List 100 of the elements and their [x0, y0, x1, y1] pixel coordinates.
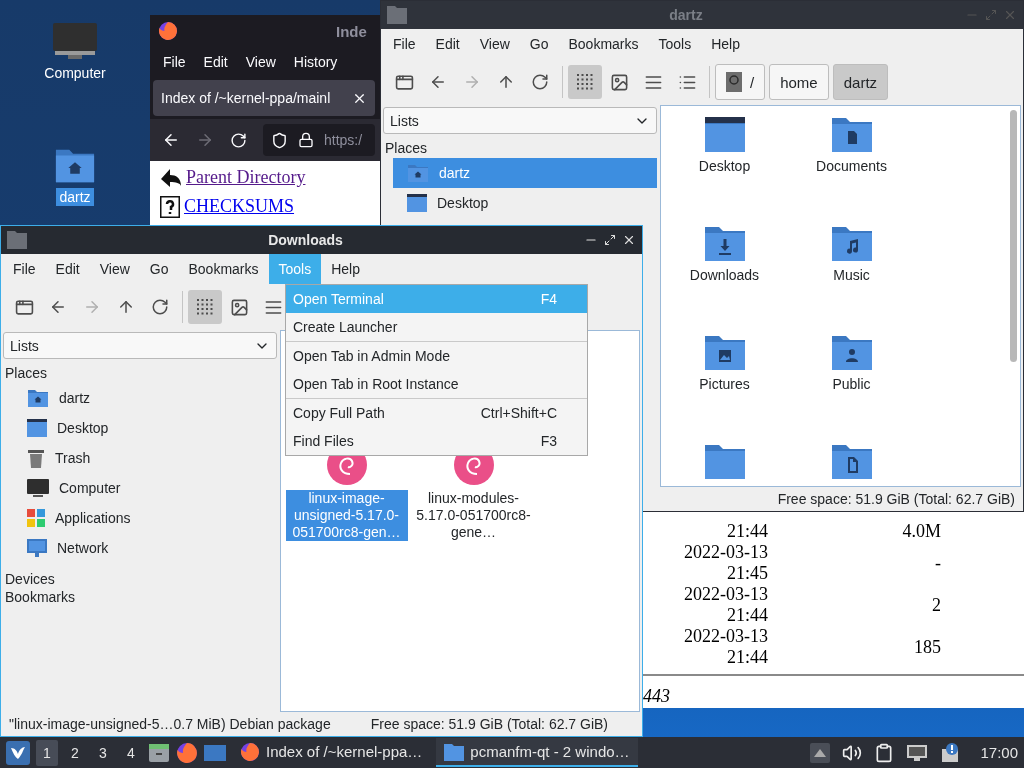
menu-item-label: Create Launcher: [293, 319, 398, 335]
list-selector[interactable]: Lists: [383, 107, 657, 134]
menu-item[interactable]: Open Tab in Admin Mode: [286, 342, 587, 370]
desktop-icon[interactable]: [204, 742, 226, 763]
clipboard-icon[interactable]: [874, 742, 895, 763]
path-button[interactable]: dartz: [832, 64, 889, 100]
menu-item[interactable]: File: [3, 254, 46, 284]
desktop-icon-label[interactable]: Computer: [41, 64, 109, 82]
workspace-button[interactable]: 2: [64, 739, 86, 766]
browser-logo-icon: [240, 741, 260, 762]
reload-icon[interactable]: [230, 131, 247, 149]
menu-item-label: Open Terminal: [293, 291, 384, 307]
home-folder-icon: [27, 388, 49, 408]
desktop-icon: [27, 419, 47, 437]
place-item[interactable]: Computer: [13, 473, 277, 503]
menu-item[interactable]: Edit: [194, 54, 237, 70]
menu-item[interactable]: Find Files F3: [286, 427, 587, 455]
workspace-button[interactable]: 4: [120, 739, 142, 766]
menu-item[interactable]: View: [469, 29, 520, 59]
menu-item[interactable]: File: [383, 29, 426, 59]
arrow-right-icon: [83, 298, 101, 316]
clock: 17:00: [980, 744, 1018, 761]
reload-icon: [531, 73, 549, 91]
table-cell-text: 2022-03-13 21:44: [683, 626, 768, 668]
notification-icon[interactable]: [940, 742, 961, 763]
place-item[interactable]: Network: [13, 533, 277, 563]
unknown-file-icon: [160, 195, 180, 218]
volume-icon[interactable]: [842, 742, 863, 763]
menu-item[interactable]: Go: [139, 254, 179, 284]
menu-item[interactable]: Bookmarks: [178, 254, 269, 284]
table-cell: 4.0M: [902, 521, 941, 542]
task-button[interactable]: Index of /~kernel-ppa…: [232, 738, 431, 767]
browser-logo-icon: [176, 741, 198, 764]
menu-item[interactable]: Create Launcher: [286, 313, 587, 341]
reload-icon: [151, 298, 169, 316]
place-item[interactable]: Desktop: [13, 413, 277, 443]
grid-icon: [576, 73, 594, 91]
menu-item[interactable]: Tools: [648, 29, 702, 59]
file-name[interactable]: Music: [832, 267, 871, 284]
path-button[interactable]: home: [769, 64, 829, 100]
file-name[interactable]: linux-modules-5.17.0-051700rc8-gene…: [412, 490, 535, 541]
window-title: dartz: [668, 7, 704, 23]
home-folder-icon: [407, 163, 429, 183]
menu-item[interactable]: Go: [519, 29, 559, 59]
menu-item[interactable]: File: [154, 54, 195, 70]
browser-tab[interactable]: Index of /~kernel-ppa/mainl: [153, 80, 375, 116]
network-icon[interactable]: [906, 742, 929, 763]
menu-item[interactable]: View: [236, 54, 285, 70]
applications-icon: [27, 509, 45, 527]
forward-icon[interactable]: [196, 131, 214, 149]
menu-item[interactable]: Open Tab in Root Instance: [286, 370, 587, 398]
monitor-icon[interactable]: [52, 22, 98, 60]
list-selector[interactable]: Lists: [3, 332, 277, 359]
workspace-button[interactable]: 1: [36, 739, 58, 766]
server-signature: 443: [643, 685, 671, 708]
link[interactable]: Parent Directory: [186, 167, 306, 188]
file-name[interactable]: Documents: [815, 158, 888, 175]
menu-item[interactable]: View: [89, 254, 140, 284]
scrollbar-thumb[interactable]: [1010, 110, 1017, 362]
menu-item-label: Find Files: [293, 433, 354, 449]
place-label: dartz: [439, 165, 471, 181]
menu-item[interactable]: Help: [321, 254, 370, 284]
arrow-right-icon: [463, 73, 481, 91]
address-bar[interactable]: https:/: [263, 124, 375, 156]
window-title: Downloads: [267, 232, 344, 248]
menu-item[interactable]: Edit: [45, 254, 90, 284]
window-plus-icon: [394, 72, 414, 92]
view-mode-button[interactable]: [188, 290, 222, 324]
image-icon: [609, 72, 629, 92]
back-icon[interactable]: [162, 131, 180, 149]
place-item[interactable]: Desktop: [393, 188, 657, 218]
desktop-folder-icon: [702, 114, 747, 154]
place-item[interactable]: dartz: [13, 383, 277, 413]
view-mode-button[interactable]: [568, 65, 602, 99]
maximize-icon[interactable]: [604, 234, 616, 246]
file-name[interactable]: Public: [831, 376, 872, 393]
workspace-button[interactable]: 3: [92, 739, 114, 766]
link[interactable]: CHECKSUMS: [184, 196, 295, 217]
start-menu-icon[interactable]: [6, 740, 30, 765]
file-name[interactable]: Desktop: [697, 158, 752, 175]
file-cabinet-icon[interactable]: [148, 741, 170, 764]
place-label: dartz: [59, 390, 91, 406]
task-button[interactable]: pcmanfm-qt - 2 windo…: [436, 738, 638, 767]
menu-item[interactable]: Edit: [425, 29, 470, 59]
arrow-up-icon[interactable]: [810, 742, 831, 763]
section-heading: Devices: [4, 571, 56, 589]
folder-icon: [444, 742, 465, 761]
close-icon[interactable]: [622, 233, 636, 247]
file-name[interactable]: Pictures: [698, 376, 751, 393]
menu-item[interactable]: Bookmarks: [558, 29, 649, 59]
desktop-icon: [407, 194, 427, 212]
place-item[interactable]: Trash: [13, 443, 277, 473]
menu-item[interactable]: Copy Full Path Ctrl+Shift+C: [286, 399, 587, 427]
place-item[interactable]: Applications: [13, 503, 277, 533]
file-name[interactable]: Downloads: [688, 267, 761, 284]
menu-item[interactable]: Help: [701, 29, 750, 59]
path-button[interactable]: /: [715, 64, 766, 100]
place-label: Desktop: [437, 195, 489, 211]
menu-item[interactable]: History: [284, 54, 347, 70]
lock-icon: [298, 132, 314, 148]
